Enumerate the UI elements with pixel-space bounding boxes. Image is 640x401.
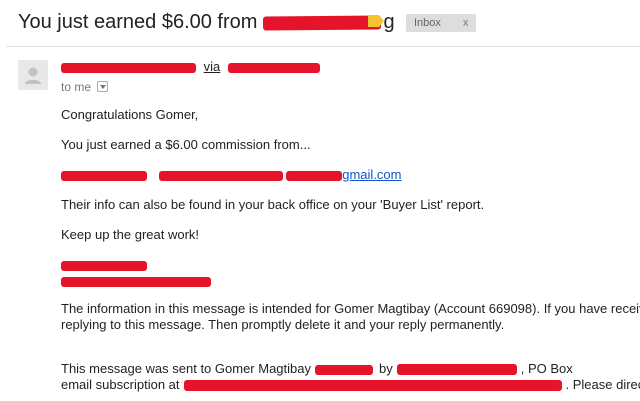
buyer-email-domain: gmail.com [342, 167, 402, 182]
email-view: You just earned $6.00 from g Inbox x via … [0, 0, 640, 401]
recipient-line: to me [61, 79, 109, 95]
sender-line: via [61, 58, 320, 76]
subject-text: You just earned $6.00 from [18, 11, 258, 33]
via-link[interactable]: via [204, 59, 221, 74]
email-subject: You just earned $6.00 from g [18, 8, 395, 36]
redacted-sender-in-subject [263, 15, 382, 31]
sender-avatar[interactable] [18, 60, 48, 90]
important-marker-icon[interactable] [368, 15, 384, 27]
redacted-subscription-link[interactable] [183, 380, 562, 392]
footer-po-box-text: , PO Box [520, 361, 573, 376]
redacted-buyer-name [61, 170, 147, 181]
footer-line-1: This message was sent to Gomer Magtibay b… [61, 360, 573, 377]
inbox-label-chip[interactable]: Inbox x [406, 14, 477, 32]
redacted-buyer-phone [158, 170, 283, 181]
keep-up-text: Keep up the great work! [61, 227, 200, 242]
recipient-text: to me [61, 80, 92, 94]
redacted-signature-team [61, 260, 147, 271]
footer-sent-to-text: This message was sent to Gomer Magtibay [61, 361, 311, 376]
greeting-text: Congratulations Gomer, [61, 107, 199, 122]
buyer-contact-line: gmail.com [61, 166, 402, 183]
redacted-sender-name [61, 62, 196, 73]
disclaimer-line-2: replying to this message. Then promptly … [61, 317, 505, 332]
redacted-buyer-email [286, 170, 343, 181]
footer-direct-text: . Please direct [565, 377, 640, 392]
info-text: Their info can also be found in your bac… [61, 197, 485, 212]
signature-line-2 [61, 272, 211, 289]
header-divider [6, 46, 640, 47]
buyer-email-link[interactable]: gmail.com [286, 167, 402, 182]
footer-line-2: email subscription at . Please direct [61, 376, 640, 393]
signature-line-1 [61, 256, 147, 273]
default-user-avatar-icon [18, 60, 48, 90]
redacted-signature-company [61, 276, 211, 287]
redacted-account-id [315, 364, 373, 375]
footer-subscription-text: email subscription at [61, 377, 180, 392]
footer-by-text: by [379, 361, 393, 376]
show-details-chevron-down-icon[interactable] [97, 81, 109, 92]
inbox-label-text: Inbox [414, 17, 441, 29]
subject-tail: g [383, 11, 395, 33]
commission-text: You just earned a $6.00 commission from.… [61, 137, 311, 152]
redacted-sender-domain [227, 62, 320, 73]
redacted-company-name [396, 364, 517, 376]
disclaimer-line-1: The information in this message is inten… [61, 301, 640, 316]
remove-label-icon[interactable]: x [463, 14, 469, 32]
